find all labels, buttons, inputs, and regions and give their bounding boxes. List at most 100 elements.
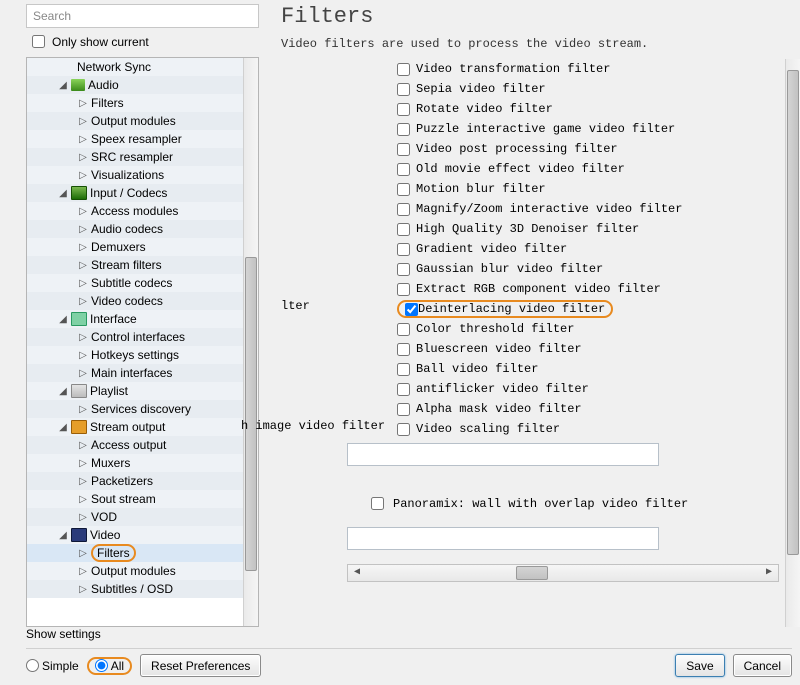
tree-row[interactable]: ▷SRC resampler xyxy=(27,148,244,166)
tree-row[interactable]: ◢Audio xyxy=(27,76,244,94)
tree-row[interactable]: ◢Video xyxy=(27,526,244,544)
cancel-button[interactable]: Cancel xyxy=(733,654,792,677)
filter-checkbox[interactable] xyxy=(397,223,410,236)
group-label-1: lter xyxy=(281,299,310,313)
search-input[interactable]: Search xyxy=(26,4,259,28)
tree-row[interactable]: ▷Sout stream xyxy=(27,490,244,508)
content-scrollbar[interactable] xyxy=(785,59,800,627)
tree-row[interactable]: ▷Access modules xyxy=(27,202,244,220)
tree-row[interactable]: ◢Interface xyxy=(27,310,244,328)
expand-icon[interactable]: ▷ xyxy=(77,458,89,469)
expand-icon[interactable]: ▷ xyxy=(77,476,89,487)
expand-icon[interactable]: ▷ xyxy=(77,404,89,415)
filter-checkbox[interactable] xyxy=(405,303,418,316)
filter-label: Old movie effect video filter xyxy=(416,162,625,176)
filter-checkbox[interactable] xyxy=(397,103,410,116)
filter-label: Video scaling filter xyxy=(416,422,560,436)
tree-row[interactable]: ▷Demuxers xyxy=(27,238,244,256)
tree-row[interactable]: ▷Muxers xyxy=(27,454,244,472)
expand-icon[interactable]: ▷ xyxy=(77,116,89,127)
filter-checkbox[interactable] xyxy=(397,183,410,196)
tree-row[interactable]: ▷Stream filters xyxy=(27,256,244,274)
filter-checkbox[interactable] xyxy=(397,263,410,276)
expand-icon[interactable]: ▷ xyxy=(77,242,89,253)
tree-row[interactable]: ▷Video codecs xyxy=(27,292,244,310)
expand-icon[interactable]: ▷ xyxy=(77,170,89,181)
filter-checkbox[interactable] xyxy=(397,203,410,216)
expand-icon[interactable]: ▷ xyxy=(77,296,89,307)
collapse-icon[interactable]: ◢ xyxy=(57,530,69,541)
filter-checkbox[interactable] xyxy=(397,143,410,156)
expand-icon[interactable]: ▷ xyxy=(77,206,89,217)
tree-row[interactable]: ▷Output modules xyxy=(27,562,244,580)
expand-icon[interactable]: ▷ xyxy=(77,350,89,361)
tree-row[interactable]: ▷Packetizers xyxy=(27,472,244,490)
expand-icon[interactable]: ▷ xyxy=(77,224,89,235)
filter-checkbox[interactable] xyxy=(397,63,410,76)
filter-checkbox[interactable] xyxy=(397,283,410,296)
filter-checkbox[interactable] xyxy=(397,123,410,136)
expand-icon[interactable]: ▷ xyxy=(77,332,89,343)
tree-row[interactable]: ▷Output modules xyxy=(27,112,244,130)
tree-row[interactable]: ◢Input / Codecs xyxy=(27,184,244,202)
tree-row[interactable]: ▷Speex resampler xyxy=(27,130,244,148)
expand-icon[interactable]: ▷ xyxy=(77,134,89,145)
reset-preferences-button[interactable]: Reset Preferences xyxy=(140,654,261,677)
expand-icon[interactable]: ▷ xyxy=(77,548,89,559)
filter-label: Puzzle interactive game video filter xyxy=(416,122,675,136)
expand-icon[interactable]: ▷ xyxy=(77,584,89,595)
filter-checkbox[interactable] xyxy=(397,343,410,356)
page-title: Filters xyxy=(281,4,800,29)
scroll-left-icon[interactable]: ◀ xyxy=(348,566,366,580)
tree-row[interactable]: ▷Main interfaces xyxy=(27,364,244,382)
tree-scrollbar[interactable] xyxy=(243,58,258,626)
group-label-2: h image video filter xyxy=(241,419,385,433)
input-icon xyxy=(71,186,87,200)
tree-row[interactable]: Network Sync xyxy=(27,58,244,76)
filter-label: Bluescreen video filter xyxy=(416,342,582,356)
tree-row[interactable]: ▷Services discovery xyxy=(27,400,244,418)
collapse-icon[interactable]: ◢ xyxy=(57,422,69,433)
expand-icon[interactable]: ▷ xyxy=(77,566,89,577)
tree-row[interactable]: ▷VOD xyxy=(27,508,244,526)
filter-checkbox[interactable] xyxy=(397,423,410,436)
settings-tree: Network Sync◢Audio▷Filters▷Output module… xyxy=(26,57,259,627)
filter-checkbox[interactable] xyxy=(397,383,410,396)
tree-row[interactable]: ▷Filters xyxy=(27,544,244,562)
tree-row[interactable]: ◢Stream output xyxy=(27,418,244,436)
expand-icon[interactable]: ▷ xyxy=(77,368,89,379)
tree-row[interactable]: ▷Control interfaces xyxy=(27,328,244,346)
only-show-current-checkbox[interactable]: Only show current xyxy=(26,28,259,57)
filter-checkbox[interactable] xyxy=(397,323,410,336)
horizontal-scrollbar[interactable]: ◀▶ xyxy=(347,564,779,582)
expand-icon[interactable]: ▷ xyxy=(77,260,89,271)
tree-row[interactable]: ▷Audio codecs xyxy=(27,220,244,238)
save-button[interactable]: Save xyxy=(675,654,724,677)
expand-icon[interactable]: ▷ xyxy=(77,494,89,505)
collapse-icon[interactable]: ◢ xyxy=(57,188,69,199)
panoramix-label: Panoramix: wall with overlap video filte… xyxy=(393,497,688,511)
tree-row[interactable]: ▷Hotkeys settings xyxy=(27,346,244,364)
filter-checkbox[interactable] xyxy=(397,243,410,256)
tree-row[interactable]: ◢Playlist xyxy=(27,382,244,400)
filter-checkbox[interactable] xyxy=(397,363,410,376)
collapse-icon[interactable]: ◢ xyxy=(57,314,69,325)
collapse-icon[interactable]: ◢ xyxy=(57,386,69,397)
filter-checkbox[interactable] xyxy=(397,83,410,96)
expand-icon[interactable]: ▷ xyxy=(77,152,89,163)
collapse-icon[interactable]: ◢ xyxy=(57,80,69,91)
tree-row[interactable]: ▷Filters xyxy=(27,94,244,112)
expand-icon[interactable]: ▷ xyxy=(77,440,89,451)
simple-radio[interactable]: Simple xyxy=(26,659,79,673)
all-radio[interactable]: All xyxy=(95,659,124,673)
expand-icon[interactable]: ▷ xyxy=(77,278,89,289)
tree-row[interactable]: ▷Access output xyxy=(27,436,244,454)
expand-icon[interactable]: ▷ xyxy=(77,98,89,109)
filter-checkbox[interactable] xyxy=(397,403,410,416)
filter-checkbox[interactable] xyxy=(397,163,410,176)
scroll-right-icon[interactable]: ▶ xyxy=(760,566,778,580)
expand-icon[interactable]: ▷ xyxy=(77,512,89,523)
tree-row[interactable]: ▷Visualizations xyxy=(27,166,244,184)
tree-row[interactable]: ▷Subtitles / OSD xyxy=(27,580,244,598)
tree-row[interactable]: ▷Subtitle codecs xyxy=(27,274,244,292)
